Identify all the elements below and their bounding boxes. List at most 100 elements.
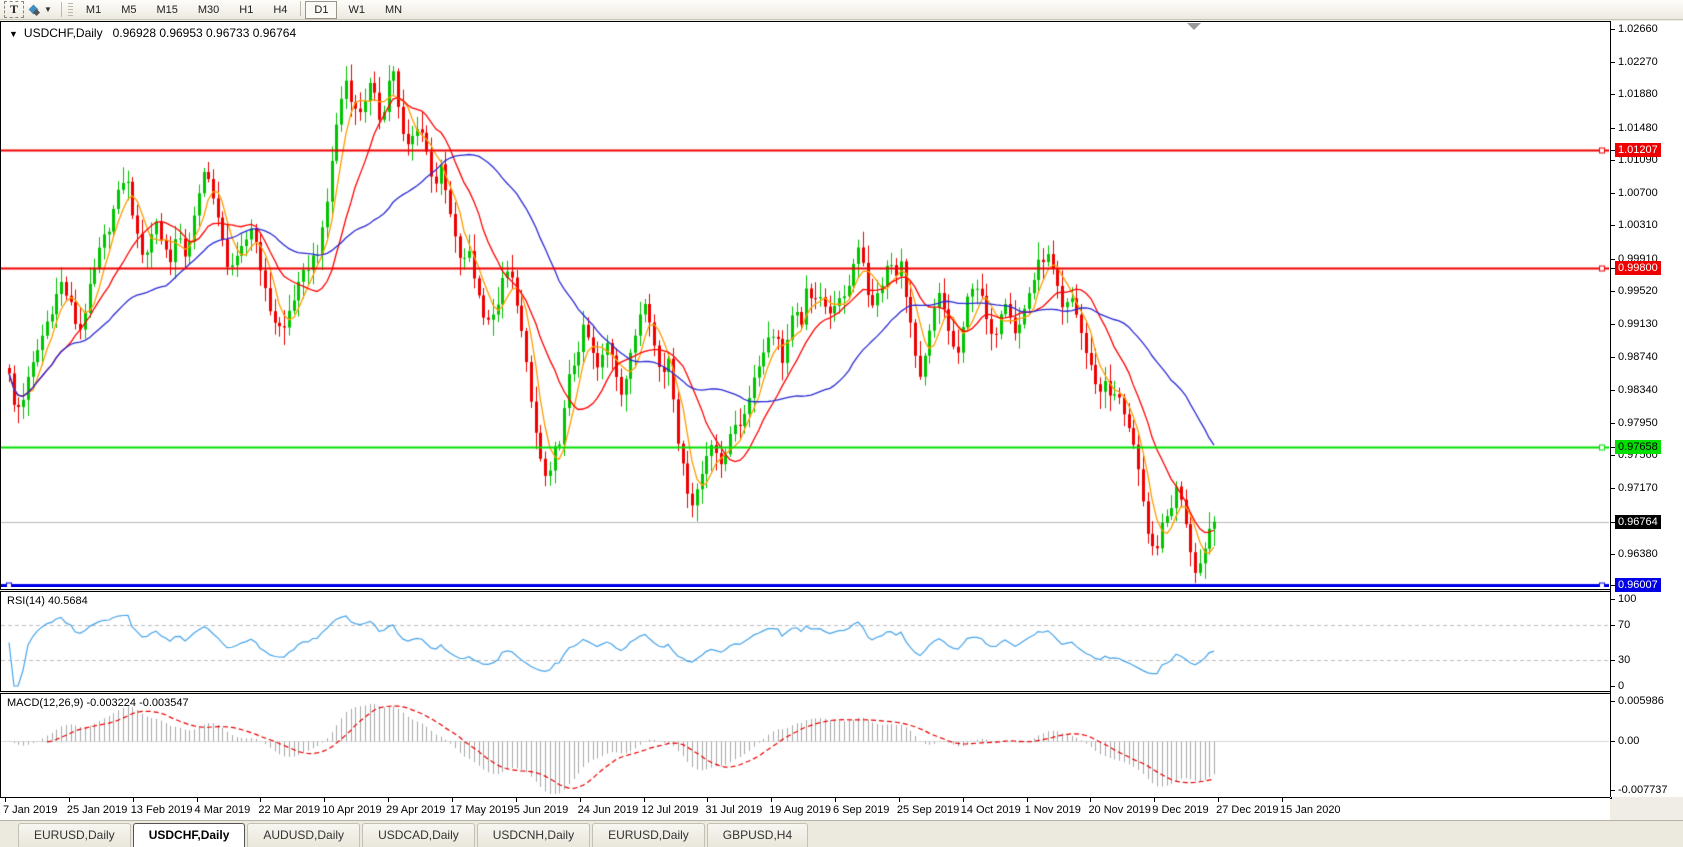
price-chart-canvas[interactable] <box>1 22 1609 587</box>
chart-toolbar: T ▼ M1M5M15M30H1H4 D1W1MN <box>0 0 1683 20</box>
date-tick-mark <box>1027 798 1028 802</box>
axis-tick-mark <box>1611 599 1615 600</box>
timeframe-button-M30[interactable]: M30 <box>189 1 228 19</box>
date-tick-mark <box>5 798 6 802</box>
macd-values: -0.003224 -0.003547 <box>86 697 188 709</box>
chart-ohlc-values: 0.96928 0.96953 0.96733 0.96764 <box>113 26 297 40</box>
rsi-axis-label: 30 <box>1618 654 1630 666</box>
timeframe-button-M1[interactable]: M1 <box>77 1 110 19</box>
date-axis-label: 27 Dec 2019 <box>1216 804 1278 816</box>
date-axis-label: 5 Jun 2019 <box>514 804 568 816</box>
axis-tick-mark <box>1611 554 1615 555</box>
axis-tick-mark <box>1611 259 1615 260</box>
rsi-canvas[interactable] <box>1 592 1609 689</box>
date-axis-label: 13 Feb 2019 <box>131 804 193 816</box>
toolbar-grip[interactable] <box>68 3 73 16</box>
axis-tick-mark <box>1611 128 1615 129</box>
chevron-down-icon: ▼ <box>44 5 52 14</box>
date-tick-mark <box>133 798 134 802</box>
price-axis-tick-label: 1.01880 <box>1618 88 1658 100</box>
timeframe-button-M5[interactable]: M5 <box>112 1 145 19</box>
terminal-window: T ▼ M1M5M15M30H1H4 D1W1MN ▼ USDCHF,Daily 0.… <box>0 0 1683 847</box>
timeframe-button-H4[interactable]: H4 <box>264 1 296 19</box>
date-tick-mark <box>771 798 772 802</box>
date-tick-mark <box>644 798 645 802</box>
macd-axis-label: -0.007737 <box>1618 784 1668 796</box>
timeframe-button-D1[interactable]: D1 <box>305 1 337 19</box>
rsi-axis-label: 70 <box>1618 619 1630 631</box>
date-axis-label: 1 Nov 2019 <box>1025 804 1081 816</box>
rsi-indicator-panel: RSI(14) 40.5684 <box>0 591 1612 692</box>
date-tick-mark <box>324 798 325 802</box>
date-axis-label: 19 Aug 2019 <box>769 804 831 816</box>
date-tick-mark <box>899 798 900 802</box>
date-tick-mark <box>452 798 453 802</box>
axis-tick-mark <box>1611 62 1615 63</box>
date-axis-label: 6 Sep 2019 <box>833 804 889 816</box>
macd-axis-label: 0.00 <box>1618 735 1639 747</box>
chart-tab-USDCHF-Daily[interactable]: USDCHF,Daily <box>133 823 246 847</box>
date-axis-label: 31 Jul 2019 <box>705 804 762 816</box>
timeframe-button-MN[interactable]: MN <box>376 1 411 19</box>
axis-tick-mark <box>1611 660 1615 661</box>
chart-tab-EURUSD-Daily[interactable]: EURUSD,Daily <box>18 823 131 847</box>
price-axis-tick-label: 1.02660 <box>1618 23 1658 35</box>
macd-canvas[interactable] <box>1 694 1609 796</box>
axis-tick-mark <box>1611 741 1615 742</box>
text-tool-button[interactable]: T <box>4 1 24 18</box>
price-axis-tick-label: 0.97170 <box>1618 482 1658 494</box>
objects-icon-secondary <box>33 8 40 15</box>
chart-tab-USDCAD-Daily[interactable]: USDCAD,Daily <box>362 823 475 847</box>
macd-indicator-panel: MACD(12,26,9) -0.003224 -0.003547 <box>0 693 1612 799</box>
axis-tick-mark <box>1611 193 1615 194</box>
axis-tick-mark <box>1611 324 1615 325</box>
date-axis-label: 22 Mar 2019 <box>258 804 320 816</box>
axis-tick-mark <box>1611 160 1615 161</box>
price-level-label: 0.99800 <box>1615 261 1661 275</box>
axis-tick-mark <box>1611 390 1615 391</box>
chart-title: ▼ USDCHF,Daily 0.96928 0.96953 0.96733 0.9… <box>9 26 296 40</box>
date-axis-label: 24 Jun 2019 <box>578 804 639 816</box>
price-axis-tick-label: 0.98340 <box>1618 384 1658 396</box>
date-axis-label: 9 Dec 2019 <box>1152 804 1208 816</box>
chart-tab-EURUSD-Daily[interactable]: EURUSD,Daily <box>592 823 705 847</box>
date-tick-mark <box>707 798 708 802</box>
timeframe-button-H1[interactable]: H1 <box>230 1 262 19</box>
toolbar-separator <box>61 2 62 17</box>
date-axis-label: 25 Sep 2019 <box>897 804 959 816</box>
date-axis-label: 17 May 2019 <box>450 804 514 816</box>
macd-axis-label: 0.005986 <box>1618 695 1664 707</box>
rsi-label: RSI(14) 40.5684 <box>7 595 88 607</box>
date-tick-mark <box>1218 798 1219 802</box>
price-axis-tick-label: 0.98740 <box>1618 351 1658 363</box>
price-axis-tick-label: 0.96380 <box>1618 548 1658 560</box>
date-axis-label: 14 Oct 2019 <box>961 804 1021 816</box>
date-axis[interactable]: 7 Jan 2019 25 Jan 201913 Feb 20194 Mar 20… <box>0 797 1610 821</box>
rsi-axis-label: 100 <box>1618 593 1636 605</box>
price-axis-tick-label: 1.00700 <box>1618 187 1658 199</box>
chart-tab-GBPUSD-H4[interactable]: GBPUSD,H4 <box>707 823 808 847</box>
price-axis-tick-label: 0.99520 <box>1618 285 1658 297</box>
date-axis-label: 20 Nov 2019 <box>1088 804 1150 816</box>
date-axis-label: 10 Apr 2019 <box>322 804 381 816</box>
date-axis-label: 25 Jan 2019 <box>67 804 128 816</box>
date-axis-label: 7 Jan 2019 <box>3 804 57 816</box>
timeframe-button-W1[interactable]: W1 <box>339 1 374 19</box>
objects-dropdown-button[interactable]: ▼ <box>26 5 56 15</box>
chart-menu-caret[interactable]: ▼ <box>9 29 18 39</box>
price-axis-tick-label: 0.99130 <box>1618 318 1658 330</box>
chart-tab-USDCNH-Daily[interactable]: USDCNH,Daily <box>477 823 590 847</box>
axis-tick-mark <box>1611 625 1615 626</box>
price-level-label: 1.01207 <box>1615 143 1661 157</box>
chart-shift-marker[interactable] <box>1187 23 1201 30</box>
chart-tab-AUDUSD-Daily[interactable]: AUDUSD,Daily <box>247 823 360 847</box>
axis-tick-mark <box>1611 686 1615 687</box>
chart-symbol-label: USDCHF,Daily <box>24 26 103 40</box>
date-axis-label: 4 Mar 2019 <box>195 804 251 816</box>
price-level-label: 0.96007 <box>1615 578 1661 592</box>
timeframe-button-M15[interactable]: M15 <box>147 1 186 19</box>
price-axis[interactable]: 1.026601.022701.018801.014801.010901.007… <box>1611 21 1683 797</box>
chart-tab-bar: EURUSD,DailyUSDCHF,DailyAUDUSD,DailyUSDC… <box>0 820 1683 847</box>
date-axis-label: 12 Jul 2019 <box>642 804 699 816</box>
current-price-label: 0.96764 <box>1615 515 1661 529</box>
